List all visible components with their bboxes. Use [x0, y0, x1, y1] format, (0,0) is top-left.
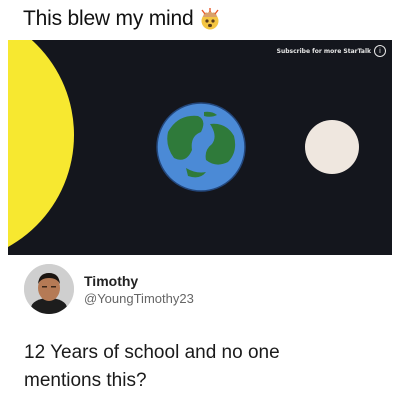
caption-text: This blew my mind	[23, 7, 194, 30]
video-frame[interactable]: Subscribe for more StarTalk i	[8, 40, 392, 255]
space-illustration	[8, 40, 359, 247]
avatar[interactable]	[24, 264, 74, 314]
handle[interactable]: @YoungTimothy23	[84, 291, 194, 306]
moon	[305, 120, 359, 174]
tweet-card: Timothy @YoungTimothy23 12 Years of scho…	[0, 255, 400, 400]
info-icon[interactable]: i	[374, 45, 386, 57]
avatar-photo-icon	[24, 264, 74, 314]
exploding-head-emoji-icon	[201, 8, 220, 30]
tweet-text: 12 Years of school and no one mentions t…	[24, 342, 280, 391]
watermark: Subscribe for more StarTalk i	[277, 45, 386, 57]
sun	[8, 40, 74, 247]
earth	[156, 102, 246, 192]
display-name[interactable]: Timothy	[84, 273, 138, 289]
post-caption: This blew my mind	[23, 5, 221, 33]
watermark-text: Subscribe for more StarTalk	[276, 47, 371, 55]
